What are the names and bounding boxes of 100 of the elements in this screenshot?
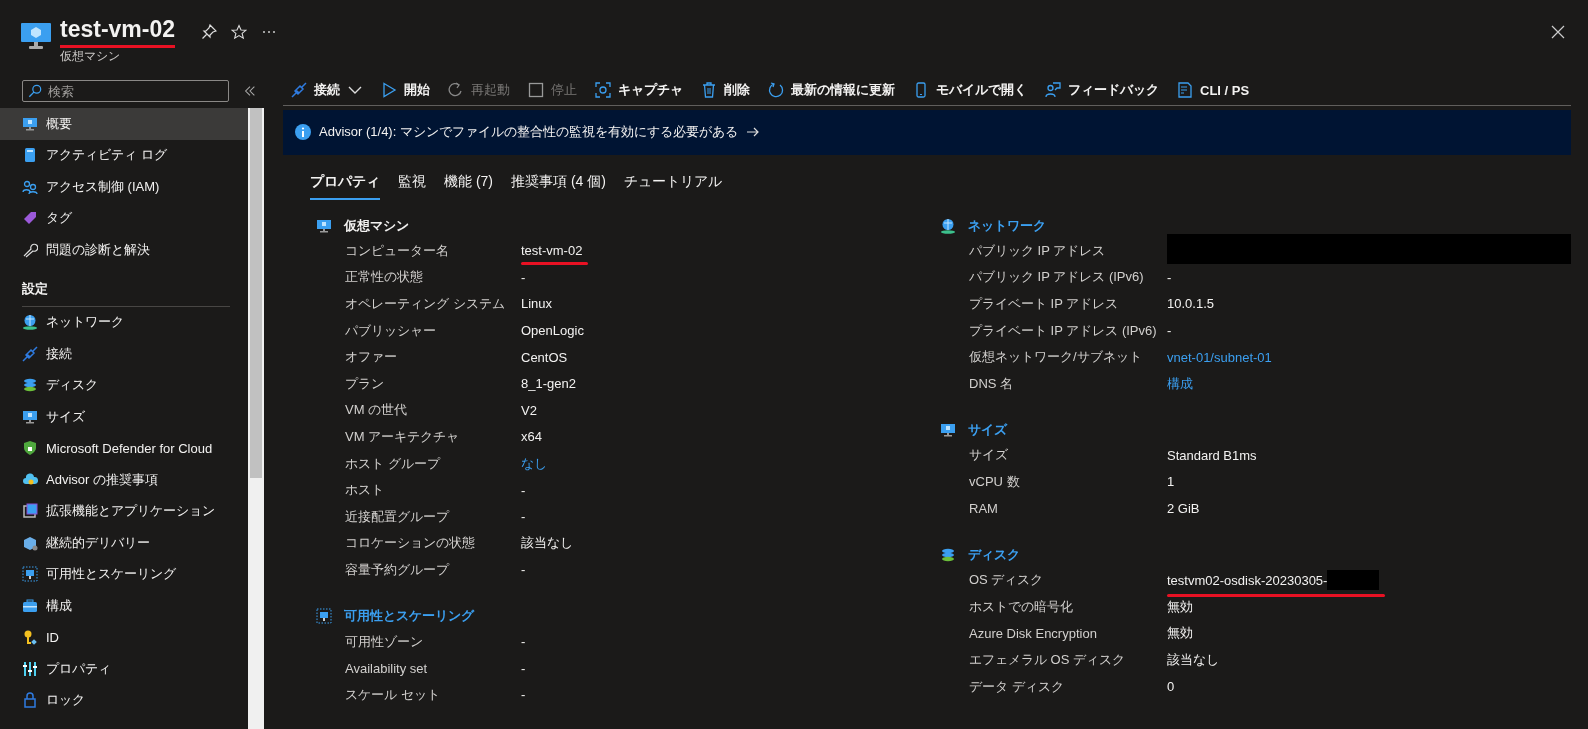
property-label: コロケーションの状態 [345,535,475,551]
property-label: VM の世代 [345,402,408,418]
toolbar-button[interactable]: モバイルで開く [913,81,1027,100]
property-value: 0 [1167,679,1175,694]
monitor-icon [940,422,956,439]
property-value: 無効 [1167,597,1193,616]
sidebar-item[interactable]: アクセス制御 (IAM) [0,171,248,203]
monitor-icon [316,217,332,234]
property-label: ホストでの暗号化 [969,598,1073,614]
property-value: test-vm-02 [521,243,583,259]
property-value[interactable]: なし [521,454,547,473]
sidebar-item[interactable]: プロパティ [0,653,248,685]
toolbar-button[interactable]: 最新の情報に更新 [768,81,895,100]
section-title[interactable]: 可用性とスケーリング [344,607,474,626]
info-icon [295,124,311,141]
sidebar-item[interactable]: 概要 [0,108,248,140]
sidebar-item[interactable]: ディスク [0,369,248,401]
refresh-icon [768,82,784,99]
extension-icon [22,503,38,520]
capture-icon [595,82,611,99]
tab[interactable]: 監視 [398,166,426,200]
property-value: CentOS [521,349,568,365]
property-value: - [521,482,526,498]
tab[interactable]: 推奨事項 (4 個) [511,166,606,200]
tab[interactable]: チュートリアル [623,166,722,200]
sidebar-item[interactable]: サイズ [0,401,248,433]
sidebar-item[interactable]: Microsoft Defender for Cloud [0,432,248,464]
phone-icon [913,82,929,99]
property-label: 近接配置グループ [345,508,449,524]
property-label: オファー [345,349,397,365]
search-field[interactable]: 検索 [22,80,229,102]
sidebar-item[interactable]: 可用性とスケーリング [0,558,248,590]
property-label: 可用性ゾーン [345,633,423,649]
toolbar-button[interactable]: 開始 [381,81,430,100]
sidebar-item[interactable]: Advisor の推奨事項 [0,464,248,496]
sidebar-item[interactable]: ID [0,621,248,653]
section-title: 仮想マシン [344,216,409,235]
arrow-right-icon [745,126,760,139]
key-icon [22,629,38,646]
sidebar-item[interactable]: 問題の診断と解決 [0,234,248,266]
toolbar-button[interactable]: 削除 [701,81,750,100]
sidebar-item[interactable]: ネットワーク [0,306,248,338]
property-label: ホスト [345,482,384,498]
property-value: - [1167,269,1172,285]
tab[interactable]: プロパティ [310,166,380,200]
property-value[interactable]: 構成 [1167,374,1193,393]
sidebar-item[interactable]: 拡張機能とアプリケーション [0,495,248,527]
star-icon[interactable] [229,22,250,42]
toolbar-button[interactable]: CLI / PS [1177,82,1250,99]
property-label: オペレーティング システム [345,296,505,311]
advisor-banner[interactable]: Advisor (1/4): マシンでファイルの整合性の監視を有効にする必要がある [283,109,1571,155]
plug-icon [22,345,38,362]
page-subtitle: 仮想マシン [60,48,121,65]
banner-text: Advisor (1/4): マシンでファイルの整合性の監視を有効にする必要がある [319,123,738,142]
cube-icon [22,534,38,551]
people-icon [22,178,38,195]
section-title[interactable]: サイズ [968,421,1007,440]
property-label: パブリック IP アドレス (IPv6) [969,269,1144,285]
toolbar-button[interactable]: 接続 [291,81,363,100]
property-label: Azure Disk Encryption [969,625,1097,641]
property-label: データ ディスク [969,678,1064,694]
page-title: test-vm-02 [60,16,176,48]
property-label: パブリック IP アドレス [969,242,1106,258]
property-label: OS ディスク [969,572,1044,588]
sliders-icon [22,660,38,677]
property-value: 8_1-gen2 [521,376,576,392]
section-title[interactable]: ネットワーク [968,216,1046,235]
tab[interactable]: 機能 (7) [444,166,493,200]
restart-icon [448,82,464,99]
scrollbar-thumb[interactable] [250,108,262,478]
sidebar-item[interactable]: タグ [0,202,248,234]
sidebar-item[interactable]: 継続的デリバリー [0,527,248,559]
trash-icon [701,82,717,99]
property-label: vCPU 数 [969,473,1020,489]
briefcase-icon [22,597,38,614]
section-title[interactable]: ディスク [968,545,1020,564]
property-value: - [521,562,526,578]
property-label: プラン [345,375,384,391]
property-value: Standard B1ms [1167,447,1257,463]
scrollbar[interactable] [248,108,264,729]
scale-set-icon [316,608,332,625]
sidebar-item[interactable]: ロック [0,684,248,716]
sidebar-heading: 設定 [22,279,48,298]
cli-icon [1177,82,1193,99]
sidebar-item[interactable]: 構成 [0,590,248,622]
property-label: ホスト グループ [345,455,440,471]
sidebar-item[interactable]: 接続 [0,338,248,370]
property-label: VM アーキテクチャ [345,428,460,444]
property-value[interactable]: vnet-01/subnet-01 [1167,349,1272,365]
property-value: 該当なし [521,534,573,553]
property-label: プライベート IP アドレス (IPv6) [969,322,1157,338]
virtual-machine-icon [20,20,52,52]
property-label: サイズ [969,447,1008,463]
property-label: 仮想ネットワーク/サブネット [969,349,1142,365]
toolbar-button[interactable]: キャプチャ [595,81,683,100]
property-value: 10.0.1.5 [1167,296,1214,312]
property-value: - [521,687,526,703]
sidebar-item[interactable]: アクティビティ ログ [0,139,248,171]
property-value: 1 [1167,474,1175,490]
toolbar-button[interactable]: フィードバック [1045,81,1159,100]
